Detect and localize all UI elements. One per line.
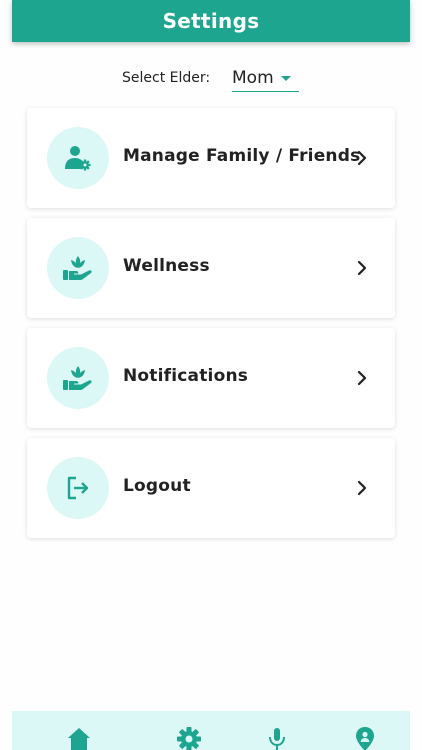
chevron-right-icon — [357, 150, 367, 166]
menu-item-manage-family[interactable]: Manage Family / Friends — [27, 108, 395, 208]
menu-item-logout[interactable]: Logout — [27, 438, 395, 538]
elder-selector-row: Select Elder: Mom — [12, 64, 410, 96]
logout-icon — [47, 457, 109, 519]
app-header: Settings — [12, 0, 410, 42]
chevron-right-icon — [357, 370, 367, 386]
app-frame: Settings Select Elder: Mom Manage Family… — [12, 0, 410, 750]
nav-voice[interactable] — [262, 725, 292, 750]
page-title: Settings — [162, 9, 260, 33]
home-icon — [68, 728, 90, 750]
user-gear-icon — [47, 127, 109, 189]
elder-select-dropdown[interactable]: Mom — [232, 66, 299, 92]
location-pin-icon — [356, 727, 374, 750]
menu-item-label: Manage Family / Friends — [123, 146, 361, 166]
nav-settings[interactable] — [174, 725, 204, 750]
nav-location[interactable] — [350, 725, 380, 750]
menu-item-notifications[interactable]: Notifications — [27, 328, 395, 428]
caret-down-icon — [281, 76, 291, 81]
microphone-icon — [269, 728, 285, 750]
menu-item-label: Wellness — [123, 256, 210, 276]
bottom-nav — [12, 711, 410, 750]
elder-select-value: Mom — [232, 68, 274, 88]
hand-lotus-icon — [47, 347, 109, 409]
hand-lotus-icon — [47, 237, 109, 299]
gear-icon — [177, 727, 201, 750]
chevron-right-icon — [357, 260, 367, 276]
chevron-right-icon — [357, 480, 367, 496]
menu-item-wellness[interactable]: Wellness — [27, 218, 395, 318]
elder-select-label: Select Elder: — [122, 70, 211, 86]
nav-home[interactable] — [64, 725, 94, 750]
menu-item-label: Notifications — [123, 366, 249, 386]
menu-item-label: Logout — [123, 476, 191, 496]
settings-screen: Settings Select Elder: Mom Manage Family… — [0, 0, 422, 750]
